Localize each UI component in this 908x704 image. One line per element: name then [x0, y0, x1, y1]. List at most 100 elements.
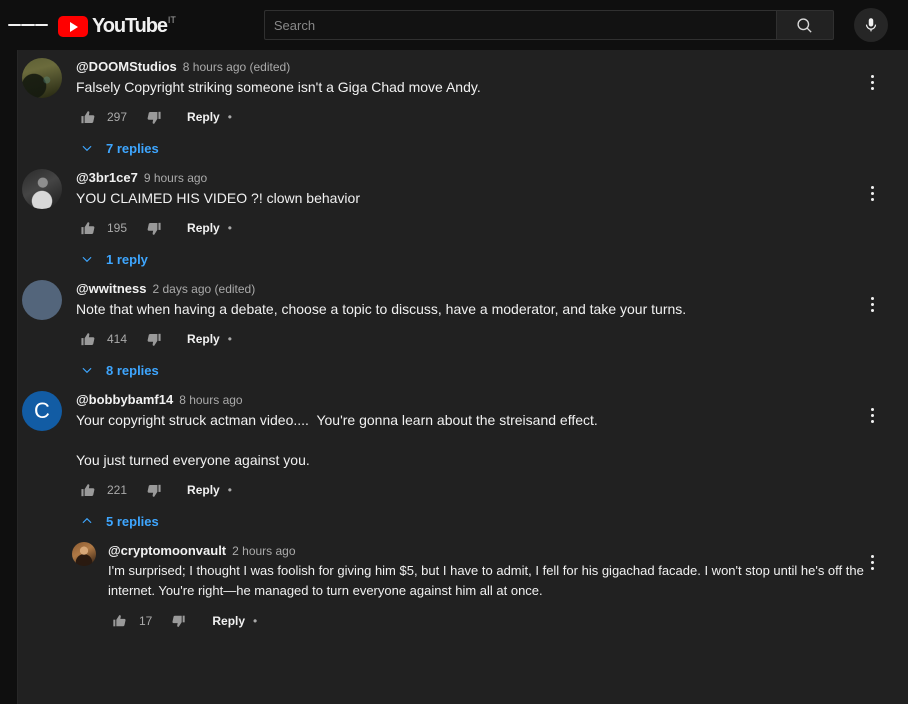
avatar[interactable] — [22, 169, 62, 209]
comment-header: @DOOMStudios 8 hours ago (edited) — [76, 59, 878, 74]
comment-text: Falsely Copyright striking someone isn't… — [76, 79, 481, 95]
comment-author[interactable]: @3br1ce7 — [76, 170, 138, 185]
thumbs-up-icon — [80, 332, 94, 345]
comment-menu-button[interactable] — [856, 288, 888, 320]
youtube-play-icon — [58, 16, 88, 37]
thumbs-down-icon — [147, 333, 161, 346]
thumbs-down-icon — [147, 222, 161, 235]
avatar[interactable] — [72, 542, 96, 566]
comment-author[interactable]: @bobbybamf14 — [76, 392, 173, 407]
thumbs-down-icon — [147, 111, 161, 124]
left-gutter — [0, 50, 18, 704]
comment-text: Your copyright struck actman video.... Y… — [76, 412, 598, 468]
thumbs-up-icon — [80, 110, 94, 123]
comment-timestamp[interactable]: 2 hours ago — [232, 544, 295, 558]
reply-button[interactable]: Reply — [212, 614, 245, 628]
like-count: 414 — [107, 332, 128, 346]
comment-timestamp[interactable]: 9 hours ago — [144, 171, 207, 185]
page-body: @DOOMStudios 8 hours ago (edited) Falsel… — [0, 50, 908, 704]
comment-menu-button[interactable] — [856, 177, 888, 209]
replies-container: @cryptomoonvault 2 hours ago I'm surpris… — [18, 542, 908, 633]
comment-author[interactable]: @cryptomoonvault — [108, 543, 226, 558]
action-separator: • — [227, 332, 232, 346]
comment-timestamp[interactable]: 2 days ago (edited) — [152, 282, 255, 296]
kebab-menu-icon — [870, 554, 874, 558]
kebab-menu-icon — [870, 407, 874, 411]
reply-button[interactable]: Reply — [187, 332, 220, 346]
dislike-button[interactable] — [166, 609, 190, 633]
comment-menu-button[interactable] — [856, 399, 888, 431]
search-button[interactable] — [775, 10, 834, 40]
comment-thread: @wwitness 2 days ago (edited) Note that … — [18, 280, 908, 383]
voice-search-button[interactable] — [853, 8, 888, 42]
action-separator: • — [227, 110, 232, 124]
kebab-menu-icon — [870, 185, 874, 189]
chevron-down-icon — [80, 141, 94, 155]
reply-item: @cryptomoonvault 2 hours ago I'm surpris… — [72, 542, 908, 633]
avatar[interactable] — [22, 280, 62, 320]
comment-body: @DOOMStudios 8 hours ago (edited) Falsel… — [76, 58, 878, 161]
replies-count-label: 5 replies — [106, 513, 159, 529]
action-separator: • — [253, 614, 258, 628]
like-count: 221 — [107, 483, 128, 497]
comment-item: @DOOMStudios 8 hours ago (edited) Falsel… — [18, 58, 908, 161]
comment-header: @cryptomoonvault 2 hours ago — [108, 543, 878, 558]
thumbs-down-icon — [147, 484, 161, 497]
comment-item: C @bobbybamf14 8 hours ago Your copyrigh… — [18, 391, 908, 534]
comment-item: @3br1ce7 9 hours ago YOU CLAIMED HIS VID… — [18, 169, 908, 272]
reply-button[interactable]: Reply — [187, 483, 220, 497]
replies-toggle[interactable]: 8 replies — [80, 357, 878, 383]
comment-timestamp[interactable]: 8 hours ago — [179, 393, 242, 407]
comment-menu-button[interactable] — [856, 546, 888, 578]
dislike-button[interactable] — [141, 478, 165, 502]
youtube-logo[interactable]: YouTube IT — [58, 12, 176, 38]
search-area — [263, 8, 888, 42]
like-button[interactable] — [76, 105, 100, 129]
dislike-button[interactable] — [141, 105, 165, 129]
kebab-menu-icon — [870, 74, 874, 78]
like-button[interactable] — [76, 327, 100, 351]
dislike-button[interactable] — [141, 216, 165, 240]
like-button[interactable] — [108, 609, 132, 633]
comment-menu-button[interactable] — [856, 66, 888, 98]
search-box — [263, 10, 834, 40]
comment-author[interactable]: @wwitness — [76, 281, 146, 296]
country-code-label: IT — [167, 15, 176, 25]
like-count: 297 — [107, 110, 128, 124]
comment-text: Note that when having a debate, choose a… — [76, 301, 687, 317]
like-count: 17 — [139, 614, 153, 628]
reply-button[interactable]: Reply — [187, 221, 220, 235]
comment-thread: @DOOMStudios 8 hours ago (edited) Falsel… — [18, 58, 908, 161]
search-input[interactable] — [263, 10, 776, 40]
comment-actions: 414 Reply • — [76, 327, 878, 351]
like-count: 195 — [107, 221, 128, 235]
replies-count-label: 7 replies — [106, 140, 159, 156]
replies-toggle[interactable]: 1 reply — [80, 246, 878, 272]
guide-menu-button[interactable] — [8, 5, 48, 45]
chevron-down-icon — [80, 363, 94, 377]
comment-body: @wwitness 2 days ago (edited) Note that … — [76, 280, 878, 383]
comment-timestamp[interactable]: 8 hours ago (edited) — [183, 60, 290, 74]
replies-toggle[interactable]: 5 replies — [80, 508, 878, 534]
comment-actions: 17 Reply • — [108, 609, 878, 633]
reply-button[interactable]: Reply — [187, 110, 220, 124]
like-button[interactable] — [76, 216, 100, 240]
comment-author[interactable]: @DOOMStudios — [76, 59, 177, 74]
dislike-button[interactable] — [141, 327, 165, 351]
comment-text: YOU CLAIMED HIS VIDEO ?! clown behavior — [76, 190, 360, 206]
comment-thread: @3br1ce7 9 hours ago YOU CLAIMED HIS VID… — [18, 169, 908, 272]
comments-panel: @DOOMStudios 8 hours ago (edited) Falsel… — [18, 50, 908, 704]
masthead: YouTube IT — [0, 0, 908, 50]
comment-header: @3br1ce7 9 hours ago — [76, 170, 878, 185]
replies-toggle[interactable]: 7 replies — [80, 135, 878, 161]
replies-count-label: 1 reply — [106, 251, 148, 267]
search-icon — [797, 17, 813, 33]
like-button[interactable] — [76, 478, 100, 502]
comment-actions: 221 Reply • — [76, 478, 878, 502]
comment-text: I'm surprised; I thought I was foolish f… — [108, 563, 868, 598]
comment-body: @cryptomoonvault 2 hours ago I'm surpris… — [108, 542, 878, 633]
avatar[interactable] — [22, 58, 62, 98]
action-separator: • — [227, 483, 232, 497]
action-separator: • — [227, 221, 232, 235]
avatar[interactable]: C — [22, 391, 62, 431]
